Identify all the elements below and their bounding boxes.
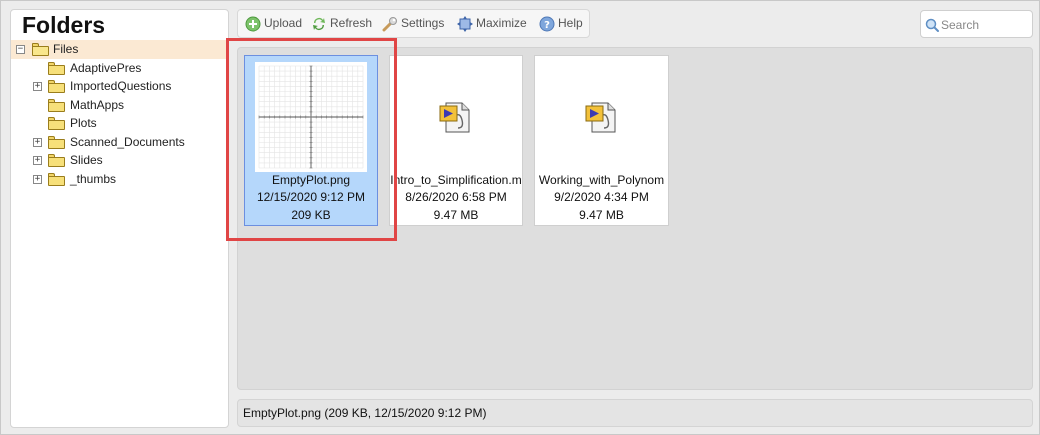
collapse-icon[interactable]: − bbox=[16, 45, 25, 54]
settings-label: Settings bbox=[401, 16, 445, 30]
folder-icon bbox=[48, 98, 65, 112]
plot-thumbnail bbox=[255, 62, 367, 172]
tree-item-thumbs[interactable]: + _thumbs bbox=[11, 170, 228, 189]
tree-item-label: Slides bbox=[70, 153, 103, 167]
folder-icon bbox=[48, 135, 65, 149]
upload-icon bbox=[245, 16, 261, 32]
folder-icon bbox=[48, 154, 65, 167]
file-manager-window: Folders − Files AdaptivePres + ImportedQ… bbox=[0, 0, 1040, 435]
status-bar: EmptyPlot.png (209 KB, 12/15/2020 9:12 P… bbox=[237, 399, 1033, 427]
expand-icon[interactable]: + bbox=[33, 82, 42, 91]
file-card-intro-to-simplification[interactable]: Intro_to_Simplification.m 8/26/2020 6:58… bbox=[389, 55, 523, 226]
file-size: 209 KB bbox=[291, 208, 331, 222]
file-card-working-with-polynom[interactable]: Working_with_Polynom 9/2/2020 4:34 PM 9.… bbox=[534, 55, 669, 226]
folders-title: Folders bbox=[22, 12, 106, 38]
file-date: 9/2/2020 4:34 PM bbox=[554, 190, 649, 204]
tree-item-label: Plots bbox=[70, 116, 97, 130]
maple-document-icon bbox=[585, 102, 616, 133]
svg-text:?: ? bbox=[544, 20, 550, 31]
search-box[interactable] bbox=[920, 10, 1033, 38]
tree-item-label: Scanned_Documents bbox=[70, 134, 185, 149]
tree-item-slides[interactable]: + Slides bbox=[11, 151, 228, 170]
folders-panel: Folders − Files AdaptivePres + ImportedQ… bbox=[10, 9, 229, 428]
toolbar: Upload Refresh Settings Maximize ? Help bbox=[237, 9, 590, 38]
tree-item-files[interactable]: − Files bbox=[11, 40, 228, 59]
tree-item-mathapps[interactable]: MathApps bbox=[11, 96, 228, 115]
tree-item-importedquestions[interactable]: + ImportedQuestions bbox=[11, 77, 228, 96]
file-date: 8/26/2020 6:58 PM bbox=[405, 190, 507, 204]
file-date: 12/15/2020 9:12 PM bbox=[256, 190, 366, 204]
maple-document-icon bbox=[439, 102, 470, 133]
tree-item-scanned-documents[interactable]: + Scanned_Documents bbox=[11, 133, 228, 152]
folder-icon bbox=[48, 117, 65, 130]
file-size: 9.47 MB bbox=[579, 208, 624, 222]
tree-item-label: Files bbox=[53, 42, 79, 56]
folder-tree: − Files AdaptivePres + ImportedQuestions… bbox=[11, 40, 228, 188]
expand-icon[interactable]: + bbox=[33, 174, 42, 184]
tree-item-label: MathApps bbox=[70, 97, 125, 112]
status-text: EmptyPlot.png (209 KB, 12/15/2020 9:12 P… bbox=[243, 406, 487, 420]
file-card-emptyplot[interactable]: EmptyPlot.png 12/15/2020 9:12 PM 209 KB bbox=[244, 55, 378, 226]
tree-item-label: ImportedQuestions bbox=[70, 79, 172, 93]
file-grid: EmptyPlot.png 12/15/2020 9:12 PM 209 KB … bbox=[237, 47, 1033, 390]
search-icon bbox=[925, 18, 939, 32]
search-input[interactable] bbox=[941, 15, 1029, 34]
maximize-label: Maximize bbox=[476, 16, 527, 30]
open-folder-icon bbox=[32, 43, 49, 56]
folder-icon bbox=[48, 61, 65, 75]
file-size: 9.47 MB bbox=[433, 208, 479, 222]
tree-item-label: AdaptivePres bbox=[70, 60, 142, 75]
expand-icon[interactable]: + bbox=[33, 156, 42, 165]
help-label: Help bbox=[558, 16, 583, 30]
refresh-icon bbox=[313, 18, 325, 31]
tree-item-plots[interactable]: Plots bbox=[11, 114, 228, 133]
folder-icon bbox=[48, 80, 65, 93]
help-icon: ? bbox=[539, 16, 555, 32]
tree-item-adaptivepres[interactable]: AdaptivePres bbox=[11, 59, 228, 78]
tree-item-label: _thumbs bbox=[70, 171, 117, 186]
maximize-icon bbox=[457, 16, 473, 32]
wrench-icon bbox=[382, 17, 397, 32]
refresh-label: Refresh bbox=[330, 16, 373, 30]
upload-label: Upload bbox=[264, 16, 303, 30]
expand-icon[interactable]: + bbox=[33, 137, 42, 147]
folder-icon bbox=[48, 172, 65, 186]
